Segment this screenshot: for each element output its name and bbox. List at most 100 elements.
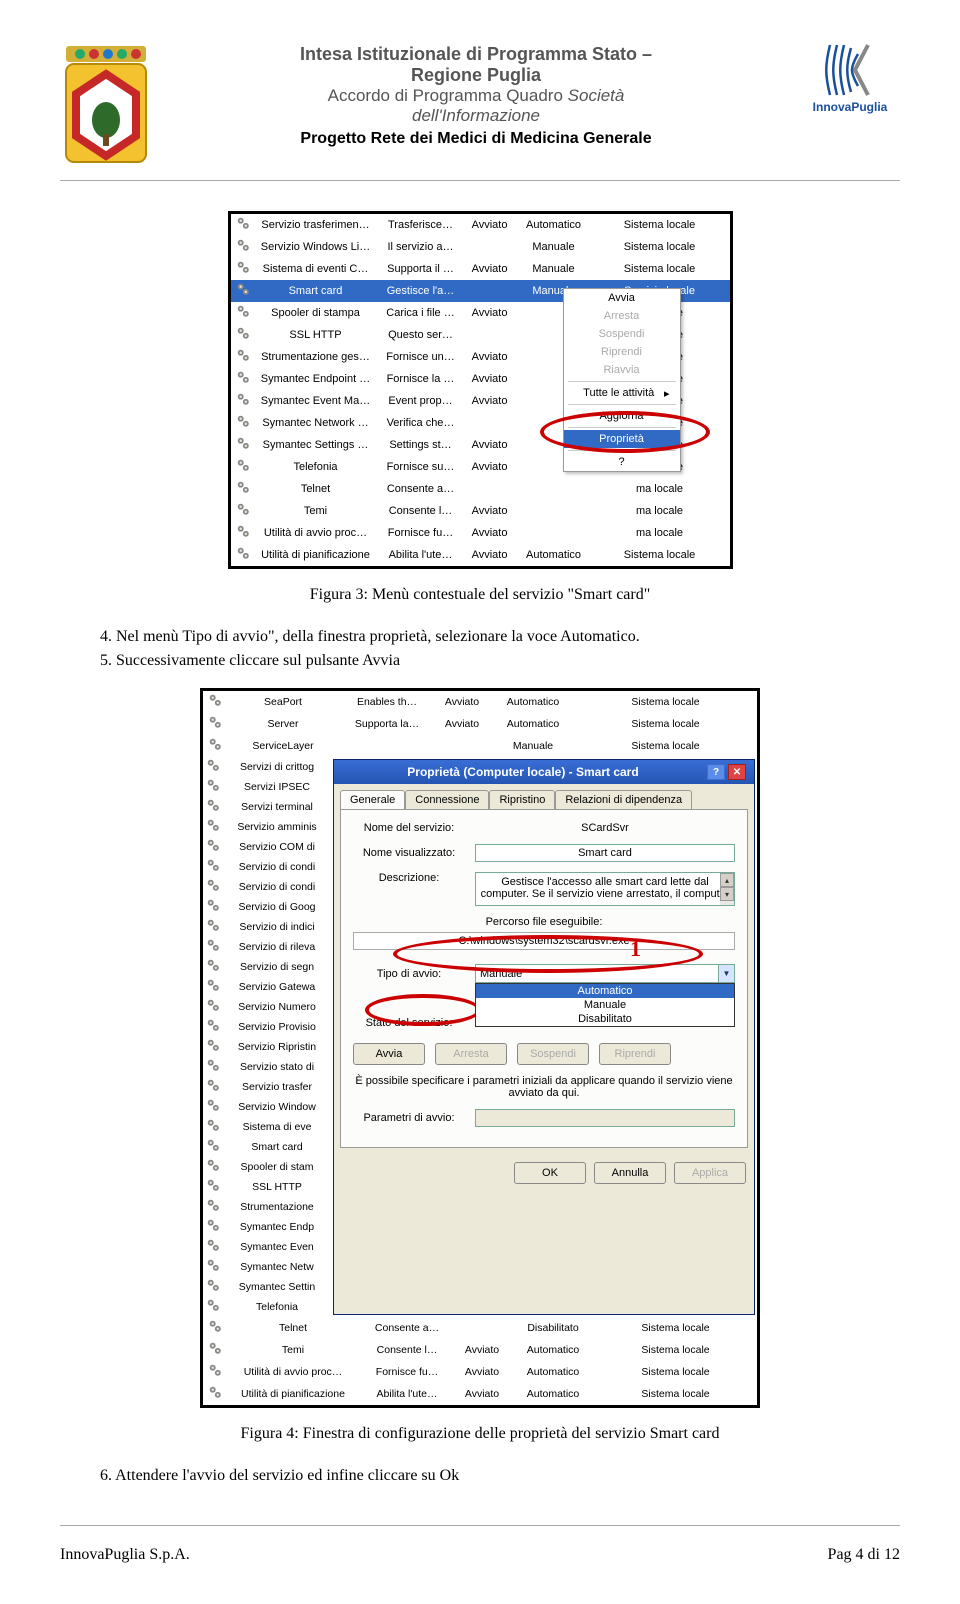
sospendi-button[interactable]: Sospendi <box>517 1043 589 1065</box>
ctx-help[interactable]: ? <box>564 453 680 471</box>
display-name-input[interactable]: Smart card <box>475 844 735 862</box>
scroll-down-icon[interactable]: ▾ <box>720 887 734 901</box>
service-row[interactable]: Utilità di avvio proc…Fornisce fu…Avviat… <box>203 1361 757 1383</box>
close-button-icon[interactable]: ✕ <box>728 764 746 780</box>
gear-icon <box>207 979 220 992</box>
service-row[interactable]: Utilità di pianificazioneAbilita l'ute…A… <box>231 544 730 566</box>
ctx-avvia[interactable]: Avvia <box>564 289 680 307</box>
header-line5: Progetto Rete dei Medici di Medicina Gen… <box>172 130 780 148</box>
arresta-button[interactable]: Arresta <box>435 1043 507 1065</box>
ok-button[interactable]: OK <box>514 1162 586 1184</box>
opt-disabilitato[interactable]: Disabilitato <box>476 1012 734 1026</box>
gear-icon <box>207 1179 220 1192</box>
tab-generale[interactable]: Generale <box>340 790 405 809</box>
figure-4: SeaPortEnables th…AvviatoAutomaticoSiste… <box>60 688 900 1443</box>
applica-button[interactable]: Applica <box>674 1162 746 1184</box>
service-row[interactable]: Smart card <box>203 1137 333 1157</box>
service-row[interactable]: Servizi IPSEC <box>203 777 333 797</box>
service-row[interactable]: TemiConsente l…Avviatoma locale <box>231 500 730 522</box>
service-row[interactable]: Servizio stato di <box>203 1057 333 1077</box>
service-row[interactable]: TelnetConsente a…ma locale <box>231 478 730 500</box>
service-row[interactable]: Symantec Netw <box>203 1257 333 1277</box>
service-row[interactable]: SeaPortEnables th…AvviatoAutomaticoSiste… <box>203 691 757 713</box>
service-row[interactable]: TelnetConsente a…DisabilitatoSistema loc… <box>203 1317 757 1339</box>
scrollbar[interactable]: ▴ ▾ <box>720 873 734 905</box>
gear-icon <box>207 1079 220 1092</box>
ctx-riavvia[interactable]: Riavvia <box>564 361 680 379</box>
gear-icon <box>207 899 220 912</box>
opt-manuale[interactable]: Manuale <box>476 998 734 1012</box>
gear-icon <box>207 1139 220 1152</box>
gear-icon <box>207 1039 220 1052</box>
scroll-up-icon[interactable]: ▴ <box>720 873 734 887</box>
service-row[interactable]: Servizio COM di <box>203 837 333 857</box>
tab-relazioni[interactable]: Relazioni di dipendenza <box>555 790 692 809</box>
footer-left: InnovaPuglia S.p.A. <box>60 1546 190 1564</box>
service-row[interactable]: Spooler di stam <box>203 1157 333 1177</box>
tab-ripristino[interactable]: Ripristino <box>489 790 555 809</box>
service-row[interactable]: Symantec Endp <box>203 1217 333 1237</box>
gear-icon <box>237 481 250 494</box>
gear-icon <box>237 437 250 450</box>
ctx-proprieta[interactable]: Proprietà <box>564 430 680 448</box>
service-row[interactable]: Servizio di condi <box>203 877 333 897</box>
gear-icon <box>207 1279 220 1292</box>
service-row[interactable]: Utilità di pianificazioneAbilita l'ute…A… <box>203 1383 757 1405</box>
service-row[interactable]: ServerSupporta la…AvviatoAutomaticoSiste… <box>203 713 757 735</box>
startup-type-select[interactable]: Manuale ▼ Automatico Manuale Disabilitat… <box>475 964 735 983</box>
annulla-button[interactable]: Annulla <box>594 1162 666 1184</box>
service-row[interactable]: Servizio di indici <box>203 917 333 937</box>
ctx-arresta[interactable]: Arresta <box>564 307 680 325</box>
service-row[interactable]: Servizi terminal <box>203 797 333 817</box>
service-row[interactable]: Symantec Settin <box>203 1277 333 1297</box>
service-row[interactable]: Servizio Windows Li…Il servizio a…Manual… <box>231 236 730 258</box>
service-row[interactable]: Servizio di condi <box>203 857 333 877</box>
executable-path-value: C:\windows\system32\scardsvr.exe <box>353 932 735 950</box>
ctx-sospendi[interactable]: Sospendi <box>564 325 680 343</box>
service-row[interactable]: Servizio Window <box>203 1097 333 1117</box>
service-row[interactable]: Telefonia <box>203 1297 333 1317</box>
service-row[interactable]: Utilità di avvio proc…Fornisce fu…Avviat… <box>231 522 730 544</box>
opt-automatico[interactable]: Automatico <box>476 984 734 998</box>
description-textarea[interactable]: Gestisce l'accesso alle smart card lette… <box>475 872 735 906</box>
service-row[interactable]: Servizio di Goog <box>203 897 333 917</box>
ctx-aggiorna[interactable]: Aggiorna <box>564 407 680 425</box>
chevron-down-icon[interactable]: ▼ <box>718 965 734 982</box>
service-row[interactable]: Sistema di eve <box>203 1117 333 1137</box>
ctx-riprendi[interactable]: Riprendi <box>564 343 680 361</box>
service-row[interactable]: SSL HTTP <box>203 1177 333 1197</box>
service-row[interactable]: Servizio Numero <box>203 997 333 1017</box>
help-button-icon[interactable]: ? <box>707 764 725 780</box>
innovapuglia-logo: InnovaPuglia <box>800 40 900 140</box>
riprendi-button[interactable]: Riprendi <box>599 1043 671 1065</box>
gear-icon <box>209 1386 222 1399</box>
service-row[interactable]: Servizio di rileva <box>203 937 333 957</box>
gear-icon <box>207 879 220 892</box>
startup-dropdown-list: Automatico Manuale Disabilitato <box>475 983 735 1027</box>
service-row[interactable]: ServiceLayerManualeSistema locale <box>203 735 757 757</box>
service-row[interactable]: Servizio Ripristin <box>203 1037 333 1057</box>
service-row[interactable]: Servizi di crittog <box>203 757 333 777</box>
gear-icon <box>237 393 250 406</box>
service-row[interactable]: TemiConsente l…AvviatoAutomaticoSistema … <box>203 1339 757 1361</box>
gear-icon <box>207 1099 220 1112</box>
service-row[interactable]: Servizio Provisio <box>203 1017 333 1037</box>
footer-divider <box>60 1525 900 1526</box>
tab-connessione[interactable]: Connessione <box>405 790 489 809</box>
gear-icon <box>207 1239 220 1252</box>
service-name-value: SCardSvr <box>475 822 735 834</box>
regione-puglia-logo <box>60 40 152 170</box>
avvia-button[interactable]: Avvia <box>353 1043 425 1065</box>
service-row[interactable]: Symantec Even <box>203 1237 333 1257</box>
ctx-tutte[interactable]: Tutte le attività ▸ <box>564 384 680 402</box>
service-row[interactable]: Strumentazione <box>203 1197 333 1217</box>
service-row[interactable]: Servizio trasfer <box>203 1077 333 1097</box>
service-row[interactable]: Servizio amminis <box>203 817 333 837</box>
gear-icon <box>207 1199 220 1212</box>
service-row[interactable]: Servizio trasferimen…Trasferisce…Avviato… <box>231 214 730 236</box>
dialog-titlebar: Proprietà (Computer locale) - Smart card… <box>334 760 754 784</box>
service-row[interactable]: Sistema di eventi C…Supporta il …Avviato… <box>231 258 730 280</box>
service-row[interactable]: Servizio di segn <box>203 957 333 977</box>
service-row[interactable]: Servizio Gatewa <box>203 977 333 997</box>
startup-params-input[interactable] <box>475 1109 735 1127</box>
